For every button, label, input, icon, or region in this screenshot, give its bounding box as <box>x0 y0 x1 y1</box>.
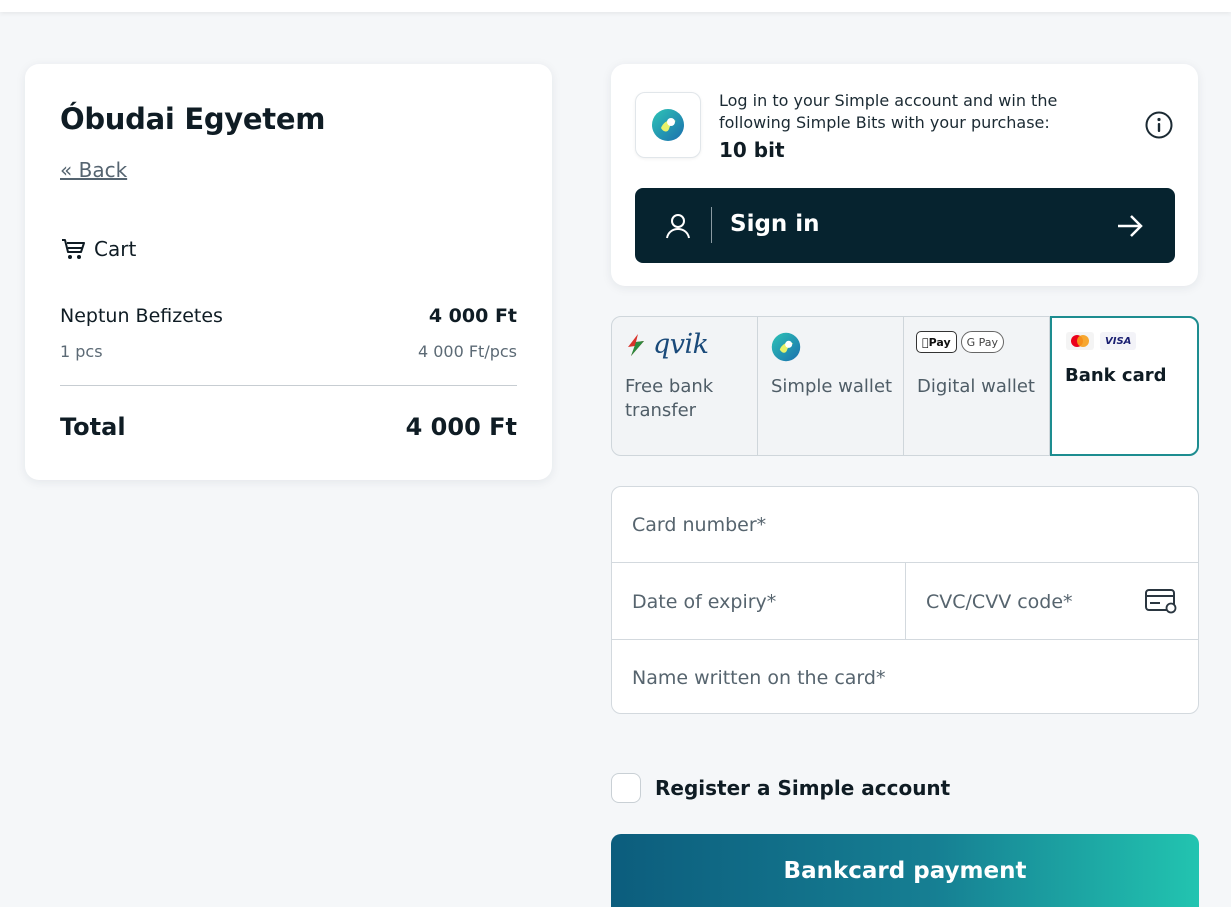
user-icon <box>666 214 690 239</box>
item-price: 4 000 Ft <box>428 305 517 327</box>
tab-digital-wallet[interactable]: Pay G Pay Digital wallet <box>904 317 1050 455</box>
top-bar <box>0 0 1231 12</box>
cardholder-name-input[interactable]: Name written on the card* <box>632 667 885 689</box>
card-brand-badges: VISA <box>1066 332 1137 350</box>
cart-icon <box>62 239 85 259</box>
cart-heading: Cart <box>60 236 136 262</box>
cvc-input[interactable]: CVC/CVV code* <box>926 591 1073 613</box>
sign-in-label: Sign in <box>730 211 820 237</box>
item-unit-price: 4 000 Ft/pcs <box>417 342 517 361</box>
register-account-option[interactable]: Register a Simple account <box>611 773 950 803</box>
cart-label: Cart <box>94 237 137 261</box>
expiry-date-input[interactable]: Date of expiry* <box>632 591 776 613</box>
divider <box>612 639 1198 640</box>
mastercard-icon <box>1066 332 1094 350</box>
lightning-icon <box>628 333 644 356</box>
tab-label: Simple wallet <box>771 376 893 397</box>
total-label: Total <box>60 413 126 441</box>
register-checkbox[interactable] <box>611 773 641 803</box>
simple-wallet-icon <box>771 332 801 362</box>
tab-label: Digital wallet <box>917 376 1035 397</box>
qvik-logo-text: qvik <box>653 329 709 360</box>
tab-free-bank-transfer[interactable]: qvik Free bank transfer <box>612 317 758 455</box>
qvik-logo: qvik <box>625 329 709 360</box>
tab-simple-wallet[interactable]: Simple wallet <box>758 317 904 455</box>
tab-bank-card[interactable]: VISA Bank card <box>1050 316 1199 456</box>
google-pay-badge: G Pay <box>960 331 1005 353</box>
simple-logo-icon <box>652 109 684 141</box>
simple-signin-card: Log in to your Simple account and win th… <box>611 64 1198 286</box>
divider <box>60 385 517 386</box>
bankcard-payment-button[interactable]: Bankcard payment <box>611 834 1199 907</box>
total-value: 4 000 Ft <box>405 413 517 441</box>
promo-text: Log in to your Simple account and win th… <box>719 91 1058 132</box>
divider <box>905 562 906 639</box>
item-name: Neptun Befizetes <box>60 305 223 327</box>
card-details-form: Card number* Date of expiry* CVC/CVV cod… <box>611 486 1199 714</box>
arrow-right-icon <box>1118 215 1143 237</box>
back-link[interactable]: « Back <box>60 158 127 182</box>
digital-wallet-badges: Pay G Pay <box>916 331 1005 353</box>
tab-label: Bank card <box>1065 365 1167 386</box>
card-cvc-icon <box>1145 589 1177 614</box>
merchant-name: Óbudai Egyetem <box>60 102 326 136</box>
register-label: Register a Simple account <box>655 776 951 800</box>
item-quantity: 1 pcs <box>60 342 103 361</box>
payment-method-tabs: qvik Free bank transfer Simple wallet P… <box>611 316 1199 456</box>
order-summary-card: Óbudai Egyetem « Back Cart Neptun Befize… <box>25 64 552 480</box>
simple-logo <box>635 92 701 158</box>
info-icon[interactable] <box>1144 110 1174 140</box>
button-separator <box>711 207 712 243</box>
sign-in-button[interactable]: Sign in <box>635 188 1175 263</box>
apple-pay-badge: Pay <box>916 331 957 353</box>
tab-label: Free bank transfer <box>625 376 714 421</box>
promo-bits: 10 bit <box>719 138 785 162</box>
card-number-input[interactable]: Card number* <box>632 514 766 536</box>
visa-badge: VISA <box>1100 332 1137 350</box>
